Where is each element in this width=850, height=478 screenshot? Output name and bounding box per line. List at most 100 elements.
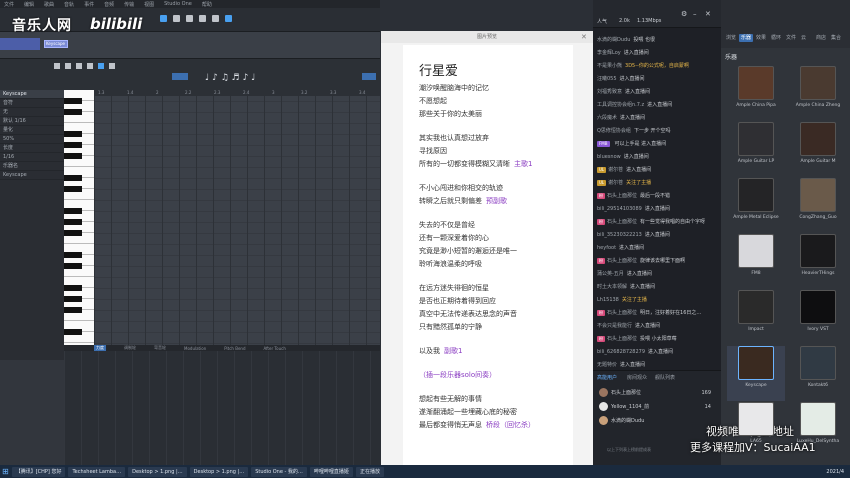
instrument-tile[interactable]: FM8: [727, 234, 785, 289]
menu-item[interactable]: 传输: [124, 1, 134, 8]
chat-message[interactable]: FMB 可以上手是 进入直播间: [597, 138, 717, 150]
instrument-tile[interactable]: Ample China Pipa: [727, 66, 785, 121]
black-key[interactable]: [64, 296, 82, 302]
inspector-row[interactable]: 默认 1/16: [0, 117, 64, 126]
instrument-tile[interactable]: CongZhang_Guo: [789, 178, 847, 233]
rank-tab-audience[interactable]: 房间观众: [627, 374, 647, 381]
piano-roll-grid[interactable]: [94, 90, 380, 345]
rank-tab-high[interactable]: 高能用户: [597, 374, 617, 381]
inspector-row[interactable]: 1/16: [0, 153, 64, 162]
black-key[interactable]: [64, 153, 82, 159]
black-key[interactable]: [64, 230, 82, 236]
menu-item[interactable]: 音轨: [64, 1, 74, 8]
chat-message[interactable]: heyfoot 进入直播间: [597, 242, 717, 254]
chat-username[interactable]: 时土大本领解: [597, 284, 627, 290]
black-key[interactable]: [64, 98, 82, 104]
black-key[interactable]: [64, 263, 82, 269]
menu-item[interactable]: 视图: [144, 1, 154, 8]
lane-tab[interactable]: After Touch: [264, 346, 286, 351]
browser-tab[interactable]: 浏览: [724, 34, 738, 42]
chat-message[interactable]: 汪曦055 进入直播间: [597, 73, 717, 85]
black-key[interactable]: [64, 208, 82, 214]
menu-item[interactable]: 帮助: [202, 1, 212, 8]
browser-tab[interactable]: 商店: [814, 34, 828, 42]
start-icon[interactable]: ⊞: [2, 467, 9, 476]
chat-username[interactable]: 石头上面那位: [607, 258, 637, 264]
chat-username[interactable]: 蒲公英-五月: [597, 271, 624, 277]
chat-username[interactable]: 汪曦055: [597, 76, 617, 82]
rank-row[interactable]: 水滴的蝴Dudu: [599, 415, 715, 427]
chat-message[interactable]: 不会只是我能行 进入直播间: [597, 320, 717, 332]
inspector-row[interactable]: 无: [0, 108, 64, 117]
black-key[interactable]: [64, 131, 82, 137]
chat-message[interactable]: 粉石头上面那位 旋律该去哪里下面啊: [597, 255, 717, 267]
chat-message[interactable]: 刘福秀致意 进入直播间: [597, 86, 717, 98]
instrument-tile[interactable]: Keyscape: [727, 346, 785, 401]
taskbar-item[interactable]: 正在播放: [355, 466, 384, 477]
chat-message[interactable]: 粉石头上面那位 有一些觉得我唱的自由个字呀: [597, 216, 717, 228]
chat-message[interactable]: 蒲公英-五月 进入直播间: [597, 268, 717, 280]
chat-message[interactable]: 粉石头上面那位 明日，注好着好在16日之…: [597, 307, 717, 319]
black-key[interactable]: [64, 252, 82, 258]
taskbar-item[interactable]: Desktop > 1.png |…: [189, 466, 249, 477]
note-tools[interactable]: [54, 63, 164, 71]
inspector-row[interactable]: 量化: [0, 126, 64, 135]
quantize-notes[interactable]: ♩ ♪ ♫ ♬ ♪ ♩: [205, 73, 255, 83]
editor-right-button[interactable]: [362, 73, 376, 80]
arrange-track[interactable]: Keyscape: [0, 32, 380, 58]
chat-username[interactable]: 谢尔苍: [608, 180, 623, 186]
chat-message[interactable]: bluesnow 进入直播间: [597, 151, 717, 163]
chat-message[interactable]: UL 谢尔苍 进入直播间: [597, 164, 717, 176]
chat-username[interactable]: bili_626828728279: [597, 349, 645, 355]
black-key[interactable]: [64, 109, 82, 115]
chat-username[interactable]: 无题特价: [597, 362, 617, 368]
instrument-tile[interactable]: LuxeHu_DelSyntha: [789, 402, 847, 457]
timeline-ruler[interactable]: 1.3 1.4 2 2.2 2.3 2.4 3 3.2 3.3 3.4: [94, 90, 380, 96]
track-header[interactable]: [0, 38, 40, 50]
black-key[interactable]: [64, 142, 82, 148]
chat-message[interactable]: Lh15138 关注了主播: [597, 294, 717, 306]
chat-username[interactable]: bluesnow: [597, 154, 621, 160]
velocity-lane[interactable]: [64, 351, 380, 465]
chat-username[interactable]: 石头上面那位: [607, 310, 637, 316]
chat-message[interactable]: 不是果小熊 3D5--你的公式呢，自启蒙啊: [597, 60, 717, 72]
rank-row[interactable]: 石头上面那位 169: [599, 387, 715, 399]
piano-keyboard[interactable]: [64, 90, 94, 345]
chat-message[interactable]: 时土大本领解 进入直播间: [597, 281, 717, 293]
menu-item[interactable]: 事件: [84, 1, 94, 8]
chat-username[interactable]: 李金辉Loy: [597, 50, 621, 56]
instrument-tile[interactable]: Ample Guitar LP: [727, 122, 785, 177]
editor-selected-button[interactable]: [172, 73, 188, 80]
black-key[interactable]: [64, 307, 82, 313]
black-key[interactable]: [64, 175, 82, 181]
chat-username[interactable]: 不会只是我能行: [597, 323, 632, 329]
browser-tab[interactable]: 效果: [754, 34, 768, 42]
chat-username[interactable]: bili_29514103089: [597, 206, 642, 212]
menu-item[interactable]: 歌曲: [44, 1, 54, 8]
chat-message[interactable]: Q思修恒协会组 下一步 开个空吗: [597, 125, 717, 137]
taskbar-item[interactable]: 哔哩哔哩直播姬: [309, 466, 353, 477]
black-key[interactable]: [64, 219, 82, 225]
tool-icons[interactable]: [160, 15, 280, 25]
chat-message[interactable]: 粉石头上面那位 最后一段不错: [597, 190, 717, 202]
chat-message[interactable]: bili_626828728279 进入直播间: [597, 346, 717, 358]
chat-message[interactable]: 李金辉Loy 进入直播间: [597, 47, 717, 59]
browser-tab[interactable]: 集合: [829, 34, 843, 42]
chat-message[interactable]: 粉石头上面那位 投喂 小太阳草莓: [597, 333, 717, 345]
close-chat-icon[interactable]: ✕: [705, 10, 711, 18]
taskbar-item[interactable]: 【腾讯】[CHP] 您好: [11, 466, 66, 477]
chat-message[interactable]: 水滴的蝴Dudu 投喂 也很: [597, 34, 717, 46]
chat-username[interactable]: 谢尔苍: [608, 167, 623, 173]
chat-username[interactable]: 石头上面那位: [607, 336, 637, 342]
instrument-select[interactable]: Keyscape: [0, 90, 64, 99]
instrument-tile[interactable]: Impact: [727, 290, 785, 345]
browser-tab[interactable]: 云: [799, 34, 808, 42]
chat-username[interactable]: bili_35230322213: [597, 232, 642, 238]
instrument-tile[interactable]: Ample Guitar M: [789, 122, 847, 177]
inspector-row[interactable]: 长度: [0, 144, 64, 153]
chat-username[interactable]: 工具调控协会组n.7.z: [597, 102, 644, 108]
rank-row[interactable]: Yellow_1104_前 14: [599, 401, 715, 413]
menu-item[interactable]: Studio One: [164, 1, 192, 7]
chat-message[interactable]: bili_35230322213 进入直播间: [597, 229, 717, 241]
chat-message[interactable]: UL 谢尔苍 关注了主播: [597, 177, 717, 189]
